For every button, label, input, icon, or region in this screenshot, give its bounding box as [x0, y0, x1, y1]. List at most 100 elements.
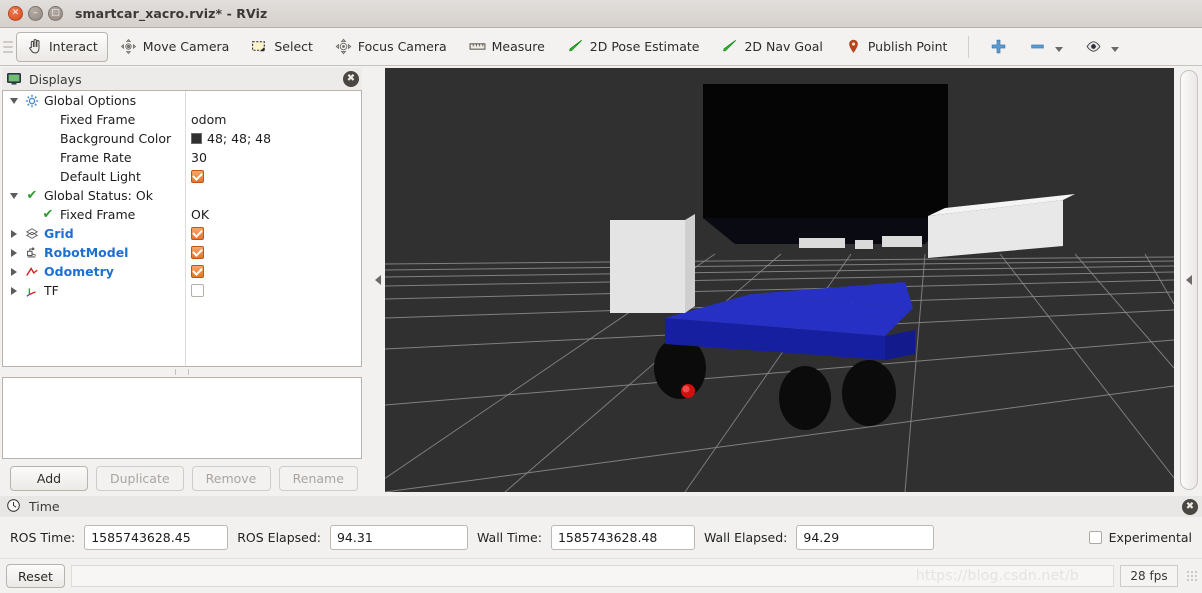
chevron-down-icon[interactable]	[1111, 47, 1120, 52]
toolbar-grip-handle[interactable]	[3, 36, 13, 58]
collapse-left-arrow-icon[interactable]	[375, 275, 381, 285]
tree-row-fixed-frame[interactable]: Fixed Frame odom	[3, 110, 361, 129]
ros-elapsed-label: ROS Elapsed:	[237, 529, 321, 545]
displays-panel-title: Displays	[29, 71, 82, 87]
tool-interact[interactable]: Interact	[16, 31, 108, 62]
window-maximize-button[interactable]: □	[48, 6, 63, 21]
tree-item-value[interactable]: odom	[191, 112, 226, 127]
twisty-collapsed-icon[interactable]	[7, 229, 20, 238]
tree-row-background-color[interactable]: Background Color 48; 48; 48	[3, 129, 361, 148]
tool-measure[interactable]: Measure	[459, 32, 555, 62]
value-text: odom	[191, 112, 227, 127]
tool-move-camera-label: Move Camera	[142, 39, 230, 54]
time-close-button[interactable]: ✖	[1182, 498, 1198, 515]
value-text: 48; 48; 48	[207, 131, 272, 146]
displays-tree[interactable]: Global Options Fixed Frame odom Background …	[2, 90, 362, 367]
reset-button[interactable]: Reset	[6, 564, 65, 588]
displays-panel-header: Displays ✖	[2, 68, 362, 90]
checkbox-unchecked[interactable]	[191, 284, 204, 297]
collapse-right-arrow-icon[interactable]	[1186, 275, 1192, 285]
robot-icon	[24, 246, 40, 260]
display-description-box	[2, 377, 362, 459]
ruler-icon	[469, 38, 486, 55]
remove-display-button: Remove	[191, 466, 271, 491]
tool-focus-camera-label: Focus Camera	[357, 39, 447, 54]
tree-item-value[interactable]: 48; 48; 48	[191, 131, 271, 146]
checkbox-checked[interactable]	[191, 227, 204, 240]
time-panel-title: Time	[29, 499, 60, 514]
tree-row-odometry[interactable]: Odometry	[3, 262, 361, 281]
tree-row-global-status-ok[interactable]: ✔ Global Status: Ok	[3, 186, 361, 205]
tree-item-value[interactable]	[191, 227, 204, 240]
tree-item-label: Fixed Frame	[60, 112, 136, 127]
tool-select[interactable]: Select	[241, 32, 323, 62]
tree-row-global-options[interactable]: Global Options	[3, 91, 361, 110]
tree-item-value[interactable]	[191, 170, 204, 183]
wall-elapsed-input[interactable]: 94.29	[796, 524, 935, 550]
twisty-collapsed-icon[interactable]	[7, 267, 20, 276]
twisty-collapsed-icon[interactable]	[7, 248, 20, 257]
time-panel-header: Time ✖	[0, 496, 1202, 517]
eye-icon	[1085, 38, 1102, 55]
tree-row-fixed-frame[interactable]: ✔ Fixed Frame OK	[3, 205, 361, 224]
experimental-toggle[interactable]: Experimental	[1088, 529, 1192, 545]
tool-2d-nav-goal[interactable]: 2D Nav Goal	[711, 32, 832, 62]
chevron-down-icon[interactable]	[1055, 47, 1064, 52]
left-splitter-handle[interactable]	[372, 68, 384, 492]
tree-item-value[interactable]: 30	[191, 150, 207, 165]
nav-goal-arrow-icon	[721, 38, 738, 55]
tree-item-value[interactable]	[191, 246, 204, 259]
tree-item-label: Background Color	[60, 131, 172, 146]
tool-move-camera[interactable]: Move Camera	[110, 32, 240, 62]
tree-row-robotmodel[interactable]: RobotModel	[3, 243, 361, 262]
add-display-button[interactable]: Add	[10, 466, 88, 491]
experimental-label: Experimental	[1108, 529, 1192, 545]
twisty-expanded-icon[interactable]	[7, 97, 20, 104]
window-minimize-button[interactable]: –	[28, 6, 43, 21]
tool-visibility[interactable]	[1075, 32, 1129, 62]
odometry-icon	[24, 265, 40, 279]
tree-row-default-light[interactable]: Default Light	[3, 167, 361, 186]
render-viewport[interactable]	[385, 68, 1174, 492]
checkbox-checked[interactable]	[191, 170, 204, 183]
checkbox-checked[interactable]	[191, 265, 204, 278]
displays-close-button[interactable]: ✖	[343, 71, 359, 87]
tool-2d-pose-estimate-label: 2D Pose Estimate	[589, 39, 700, 54]
right-splitter-handle[interactable]	[1180, 70, 1198, 490]
tool-focus-camera[interactable]: Focus Camera	[325, 32, 457, 62]
displays-splitter[interactable]	[2, 367, 362, 377]
hand-cursor-icon	[26, 38, 43, 55]
tree-item-label: RobotModel	[44, 245, 129, 260]
ros-elapsed-input[interactable]: 94.31	[329, 524, 468, 550]
fps-counter: 28 fps	[1120, 565, 1178, 587]
experimental-checkbox[interactable]	[1088, 530, 1102, 544]
wall-elapsed-label: Wall Elapsed:	[703, 529, 788, 545]
window-title: smartcar_xacro.rviz* - RViz	[75, 6, 268, 21]
tree-item-value[interactable]	[191, 284, 204, 297]
window-close-button[interactable]: ✕	[8, 6, 23, 21]
move-camera-icon	[120, 38, 137, 55]
gear-icon	[24, 94, 40, 108]
tree-row-grid[interactable]: Grid	[3, 224, 361, 243]
ros-time-input[interactable]: 1585743628.45	[84, 524, 229, 550]
tool-2d-pose-estimate[interactable]: 2D Pose Estimate	[557, 32, 710, 62]
clock-icon	[6, 498, 23, 515]
tool-zoom-in[interactable]	[980, 32, 1017, 62]
tool-zoom-out[interactable]	[1019, 32, 1073, 62]
tree-item-value[interactable]: OK	[191, 207, 209, 222]
resize-grip-icon[interactable]	[1186, 570, 1198, 582]
tree-item-value[interactable]	[191, 265, 204, 278]
tree-rows: Global Options Fixed Frame odom Background …	[3, 91, 361, 300]
plus-icon	[990, 38, 1007, 55]
title-bar: ✕ – □ smartcar_xacro.rviz* - RViz	[0, 0, 1202, 28]
checkbox-checked[interactable]	[191, 246, 204, 259]
top-box	[703, 84, 948, 218]
tree-item-label: Default Light	[60, 169, 141, 184]
sensor-strip-a	[799, 238, 845, 248]
wall-time-input[interactable]: 1585743628.48	[550, 524, 695, 550]
tree-row-frame-rate[interactable]: Frame Rate 30	[3, 148, 361, 167]
tool-publish-point[interactable]: Publish Point	[835, 32, 958, 62]
twisty-collapsed-icon[interactable]	[7, 286, 20, 295]
tree-row-tf[interactable]: TF	[3, 281, 361, 300]
twisty-expanded-icon[interactable]	[7, 192, 20, 199]
